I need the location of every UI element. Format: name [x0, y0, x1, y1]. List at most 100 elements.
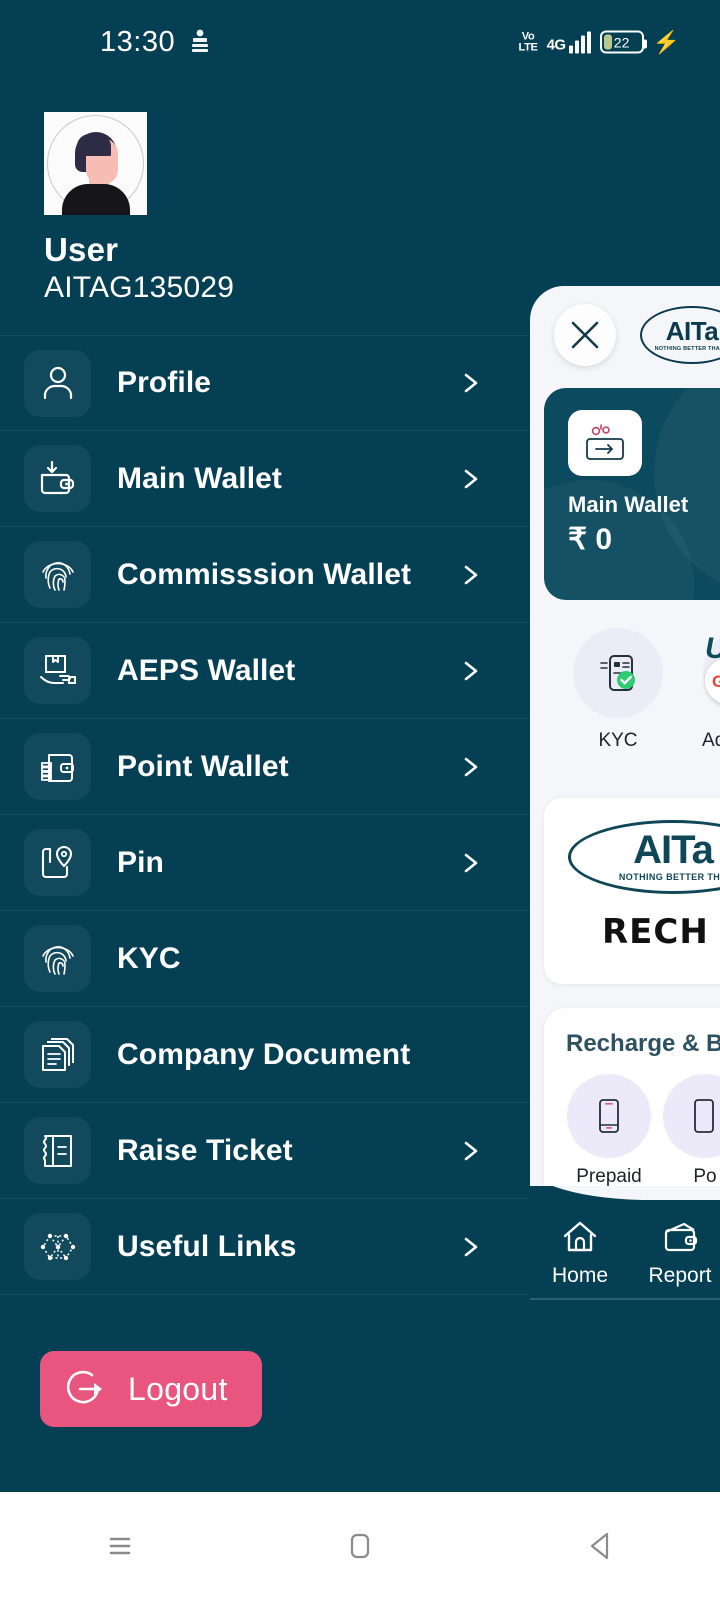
logout-button[interactable]: Logout [40, 1351, 262, 1427]
chevron-right-icon [460, 1236, 482, 1258]
status-bar: 13:30 Vo LTE 4G 22 ⚡ [0, 0, 720, 84]
recharge-item-prepaid[interactable]: Prepaid [566, 1073, 652, 1188]
chevron-right-icon [460, 1140, 482, 1162]
back-triangle-icon[interactable] [540, 1525, 660, 1567]
promo-banner[interactable]: AITa NOTHING BETTER THA RECH [544, 797, 720, 984]
logout-section: Logout [0, 1295, 530, 1427]
app-bottom-nav: Home Report [530, 1186, 720, 1300]
quick-action-add-funds[interactable]: UP GPay Add Funds Wallet [694, 628, 720, 774]
banner-logo-tagline: NOTHING BETTER THA [618, 872, 720, 883]
charging-bolt-icon: ⚡ [652, 29, 680, 54]
close-icon[interactable] [554, 304, 616, 366]
sidebar-item-label: Commisssion Wallet [117, 557, 412, 591]
sidebar-item-label: KYC [117, 941, 181, 975]
map-pin-icon [24, 829, 91, 896]
system-navigation-bar [0, 1492, 720, 1600]
avatar [44, 112, 147, 215]
status-time: 13:30 [100, 25, 176, 58]
quick-action-kyc[interactable]: KYC [564, 628, 672, 774]
brand-title: AITa [665, 316, 719, 346]
documents-icon [24, 1021, 91, 1088]
fingerprint-icon [24, 541, 91, 608]
chevron-right-icon [460, 564, 482, 586]
sidebar-item-label: Raise Ticket [117, 1133, 293, 1167]
chevron-right-icon [460, 372, 482, 394]
wallet-name-label: Main Wallet [568, 492, 689, 517]
close-x-glyph [571, 321, 599, 349]
sidebar-item-label: Pin [117, 845, 164, 879]
recharge-section-title: Recharge & Bil [566, 1029, 720, 1057]
chevron-right-icon [460, 468, 482, 490]
quick-actions-row: KYC UP GPay Add Funds Wallet [564, 628, 720, 774]
signal-bars-icon [568, 31, 591, 53]
status-bar-right: Vo LTE 4G 22 ⚡ [518, 29, 680, 54]
bottom-nav-label: Home [551, 1264, 609, 1287]
sidebar-item-label: Point Wallet [117, 749, 289, 783]
recharge-item-label: Po [693, 1165, 717, 1187]
network-nodes-icon [24, 1213, 91, 1280]
sidebar-item-useful-links[interactable]: Useful Links [0, 1199, 530, 1295]
quick-action-label: KYC [598, 730, 638, 751]
network-indicator: 4G [547, 31, 591, 53]
quick-action-label: Add Funds Wallet [702, 730, 720, 751]
battery-percent-label: 22 [613, 34, 630, 50]
sidebar-item-label: Profile [117, 366, 212, 399]
wallet-exchange-icon [568, 410, 642, 476]
profile-name: User [44, 231, 119, 268]
sidebar-item-pin[interactable]: Pin [0, 815, 530, 911]
mobile-phone-icon [567, 1073, 651, 1158]
sidebar-item-raise-ticket[interactable]: Raise Ticket [0, 1103, 530, 1199]
bottom-nav-report[interactable]: Report [630, 1216, 720, 1288]
volte-icon: Vo LTE [518, 30, 538, 53]
wallet-download-icon [24, 445, 91, 512]
brand-tagline: NOTHING BETTER THAN T [654, 346, 720, 352]
profile-header[interactable]: User AITAG135029 [0, 84, 530, 305]
brand-logo: AITa NOTHING BETTER THAN T [640, 306, 720, 364]
sidebar-item-label: AEPS Wallet [117, 653, 296, 687]
sidebar-item-label: Main Wallet [117, 461, 283, 495]
fingerprint-icon [24, 925, 91, 992]
logout-arrow-icon [66, 1370, 102, 1404]
sidebar-item-profile[interactable]: Profile [0, 335, 530, 431]
recents-icon[interactable] [60, 1525, 180, 1567]
app-panel-peek: AITa NOTHING BETTER THAN T Main Wallet [530, 286, 720, 1286]
banner-logo-title: AITa [633, 828, 714, 873]
sidebar-item-company-document[interactable]: Company Document [0, 1007, 530, 1103]
bottom-nav-label: Report [648, 1264, 712, 1287]
profile-code: AITAG135029 [44, 271, 235, 304]
chevron-right-icon [460, 852, 482, 874]
banner-logo: AITa NOTHING BETTER THA [568, 819, 720, 894]
recharge-item-postpaid[interactable]: Po [662, 1073, 720, 1188]
bottom-nav-home[interactable]: Home [530, 1216, 630, 1288]
network-type-label: 4G [546, 36, 567, 53]
battery-icon: 22 [599, 30, 647, 54]
logout-label: Logout [128, 1370, 228, 1407]
app-notification-icon [192, 29, 209, 52]
user-profile-icon [24, 349, 91, 417]
banner-headline: RECH [602, 911, 709, 952]
upi-gpay-phonepe-icon: UP GPay [703, 628, 720, 718]
navigation-drawer: User AITAG135029 Profile Main Wallet Com… [0, 84, 530, 1427]
postpaid-icon [663, 1073, 720, 1158]
panel-header: AITa NOTHING BETTER THAN T [530, 286, 720, 366]
chevron-right-icon [460, 660, 482, 682]
main-wallet-card[interactable]: Main Wallet ₹ 0 [544, 388, 720, 600]
home-icon [563, 1221, 597, 1252]
wallet-coins-icon [24, 733, 91, 800]
home-square-icon[interactable] [300, 1525, 420, 1567]
sidebar-item-label: Useful Links [117, 1229, 297, 1263]
phone-screen: 13:30 Vo LTE 4G 22 ⚡ AITa NOTHING BETTER… [0, 0, 720, 1600]
sidebar-item-aeps-wallet[interactable]: AEPS Wallet [0, 623, 530, 719]
sidebar-item-point-wallet[interactable]: Point Wallet [0, 719, 530, 815]
ticket-icon [24, 1117, 91, 1184]
hand-box-icon [24, 637, 91, 704]
sidebar-item-commission-wallet[interactable]: Commisssion Wallet [0, 527, 530, 623]
status-bar-left: 13:30 [100, 26, 211, 59]
sidebar-item-kyc[interactable]: KYC [0, 911, 530, 1007]
sidebar-item-main-wallet[interactable]: Main Wallet [0, 431, 530, 527]
chevron-right-icon [460, 756, 482, 778]
wallet-report-icon [664, 1222, 698, 1252]
drawer-menu: Profile Main Wallet Commisssion Wallet A… [0, 335, 530, 1295]
sidebar-item-label: Company Document [117, 1037, 411, 1071]
kyc-phone-verified-icon [573, 628, 663, 718]
